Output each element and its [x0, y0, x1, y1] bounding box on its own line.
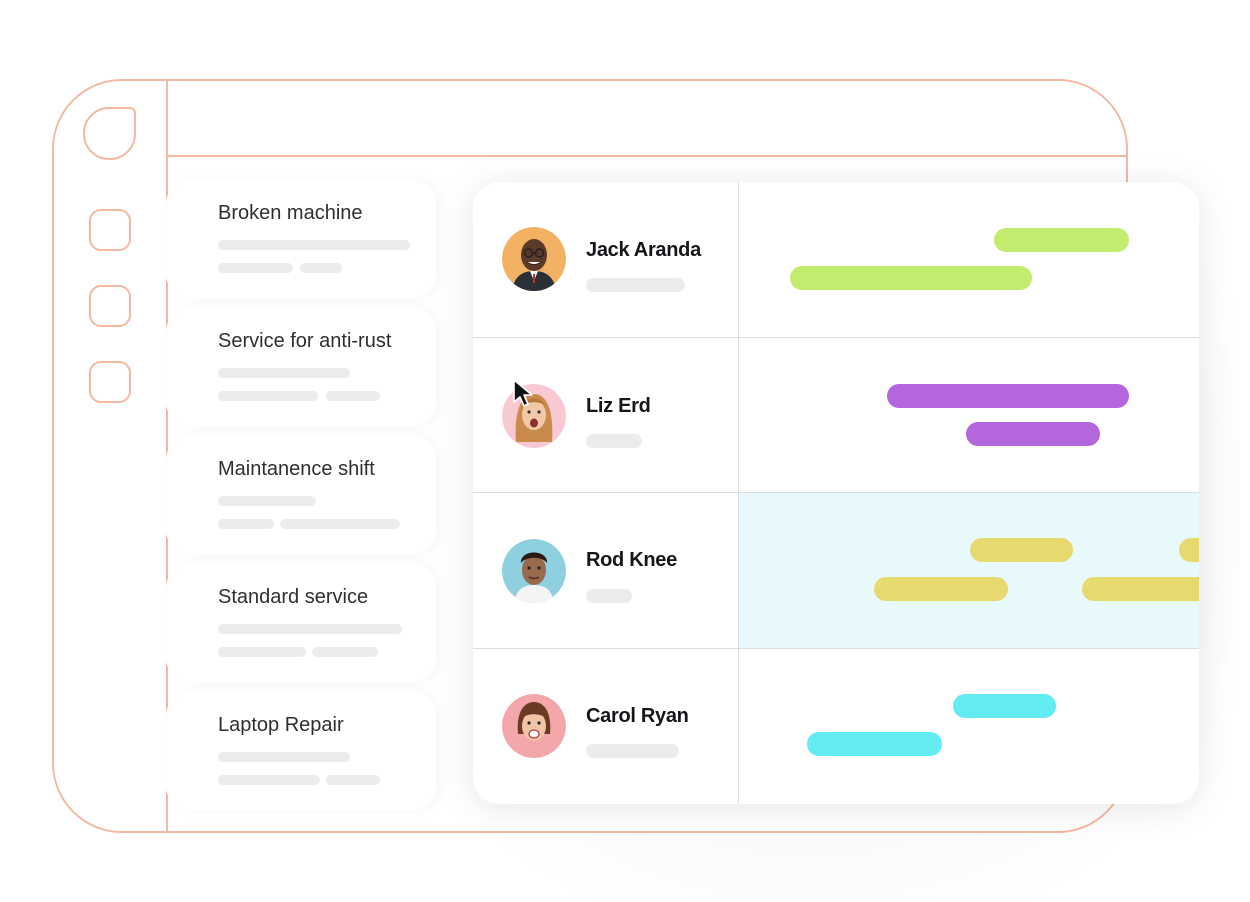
task-detail-placeholder [218, 263, 293, 273]
task-detail-placeholder [218, 752, 350, 762]
resource-row-carol-ryan: Carol Ryan [473, 649, 1199, 804]
column-divider [738, 182, 739, 804]
task-detail-placeholder [280, 519, 400, 529]
resource-row-jack-aranda: Jack Aranda [473, 182, 1199, 337]
sidebar-nav-button-2[interactable] [89, 285, 131, 327]
mouse-cursor-icon [513, 379, 533, 407]
task-detail-placeholder [326, 775, 380, 785]
person-detail-placeholder [586, 744, 679, 758]
schedule-bar[interactable] [790, 266, 1032, 290]
schedule-bar[interactable] [1082, 577, 1199, 601]
task-detail-placeholder [218, 647, 306, 657]
task-detail-placeholder [218, 519, 274, 529]
task-item-anti-rust[interactable]: Service for anti-rust [166, 308, 436, 426]
task-detail-placeholder [218, 240, 410, 250]
task-detail-placeholder [300, 263, 342, 273]
task-item-maintanence-shift[interactable]: Maintanence shift [166, 436, 436, 554]
task-detail-placeholder [326, 391, 380, 401]
task-item-broken-machine[interactable]: Broken machine [166, 180, 436, 298]
schedule-bar[interactable] [807, 732, 942, 756]
schedule-bar[interactable] [970, 538, 1073, 562]
schedule-bar[interactable] [953, 694, 1056, 718]
sidebar-nav-button-3[interactable] [89, 361, 131, 403]
resource-row-liz-erd: Liz Erd [473, 338, 1199, 493]
task-title: Maintanence shift [218, 458, 375, 480]
logo-icon [83, 107, 136, 160]
task-detail-placeholder [218, 624, 402, 634]
task-title: Standard service [218, 586, 369, 608]
schedule-bar[interactable] [994, 228, 1129, 252]
person-detail-placeholder [586, 589, 632, 603]
person-name: Carol Ryan [586, 705, 689, 727]
avatar [502, 539, 566, 603]
person-name: Jack Aranda [586, 239, 701, 261]
task-item-laptop-repair[interactable]: Laptop Repair [166, 692, 436, 810]
person-name: Rod Knee [586, 549, 677, 571]
sidebar [54, 81, 168, 831]
task-title: Laptop Repair [218, 714, 344, 736]
task-title: Broken machine [218, 202, 363, 224]
task-item-standard-service[interactable]: Standard service [166, 564, 436, 682]
person-name: Liz Erd [586, 395, 651, 417]
row-highlight [739, 493, 1199, 648]
task-title: Service for anti-rust [218, 330, 392, 352]
schedule-bar[interactable] [874, 577, 1008, 601]
task-detail-placeholder [218, 391, 318, 401]
top-header [168, 81, 1126, 157]
sidebar-nav-button-1[interactable] [89, 209, 131, 251]
schedule-board: Jack Aranda Liz Erd Rod Knee Carol Ryan [473, 182, 1199, 804]
resource-row-rod-knee: Rod Knee [473, 493, 1199, 648]
avatar [502, 227, 566, 291]
schedule-bar[interactable] [1179, 538, 1199, 562]
avatar [502, 694, 566, 758]
task-detail-placeholder [218, 368, 350, 378]
task-detail-placeholder [312, 647, 378, 657]
person-detail-placeholder [586, 278, 685, 292]
task-detail-placeholder [218, 775, 320, 785]
person-detail-placeholder [586, 434, 642, 448]
schedule-bar[interactable] [887, 384, 1129, 408]
task-detail-placeholder [218, 496, 316, 506]
schedule-bar[interactable] [966, 422, 1100, 446]
